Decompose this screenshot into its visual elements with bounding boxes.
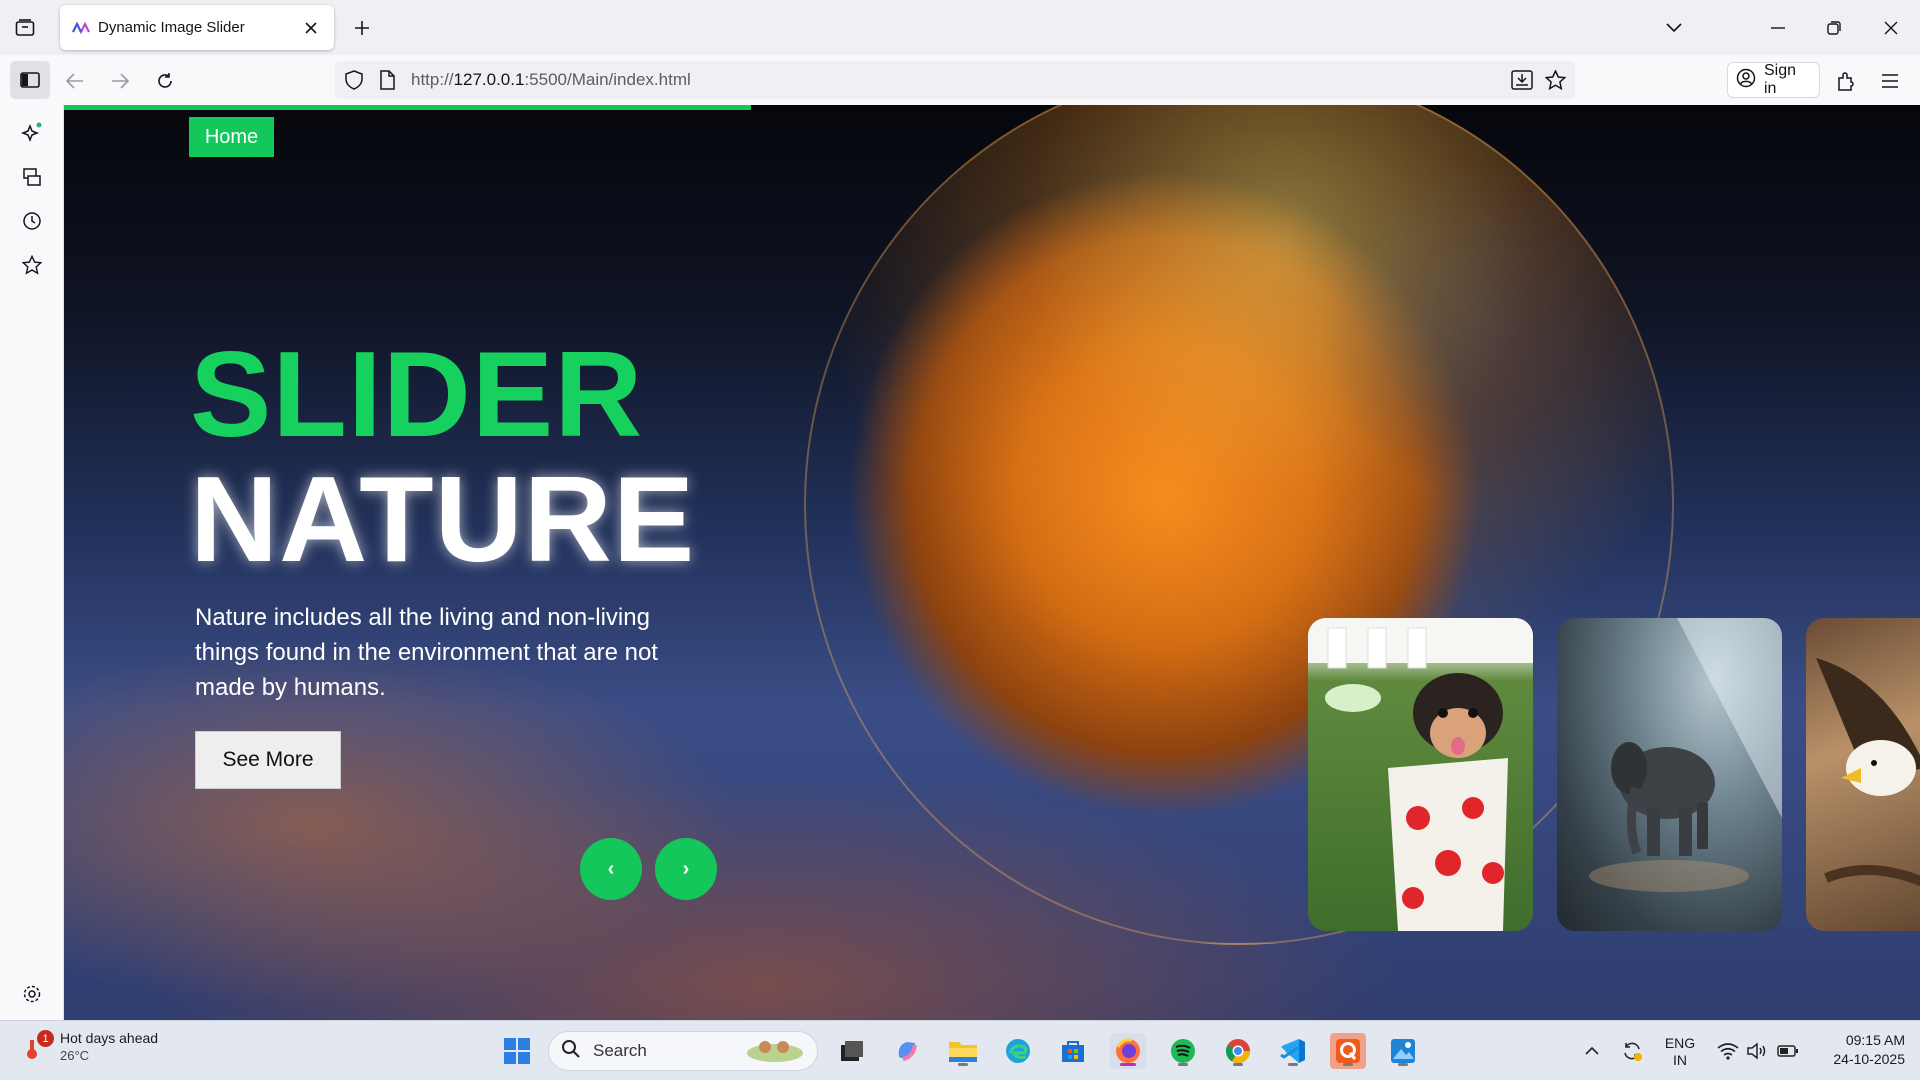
url-path: :5500/Main/index.html bbox=[524, 70, 691, 89]
history-icon[interactable] bbox=[18, 207, 46, 235]
sidebar-settings-icon[interactable] bbox=[18, 980, 46, 1008]
windows-start-icon[interactable] bbox=[499, 1033, 535, 1069]
home-nav-link[interactable]: Home bbox=[189, 117, 274, 157]
microsoft-store-icon[interactable] bbox=[1055, 1033, 1091, 1069]
bookmark-star-icon[interactable] bbox=[1544, 69, 1567, 95]
running-indicator bbox=[958, 1063, 968, 1066]
task-view-icon[interactable] bbox=[834, 1033, 870, 1069]
vscode-icon[interactable] bbox=[1275, 1033, 1311, 1069]
bookmarks-icon[interactable] bbox=[18, 251, 46, 279]
weather-badge: 1 bbox=[37, 1030, 54, 1047]
running-indicator bbox=[1178, 1063, 1188, 1066]
url-text[interactable]: http://127.0.0.1:5500/Main/index.html bbox=[411, 70, 691, 90]
sign-in-label: Sign in bbox=[1764, 62, 1797, 97]
weather-temp: 26°C bbox=[60, 1048, 90, 1063]
slide-progress-bar bbox=[64, 105, 751, 110]
taskbar-clock[interactable]: 09:15 AM 24-10-2025 bbox=[1815, 1031, 1905, 1069]
search-label: Search bbox=[593, 1041, 647, 1060]
page-info-icon[interactable] bbox=[379, 70, 395, 95]
show-hidden-icons-chevron[interactable] bbox=[1574, 1033, 1610, 1069]
copilot-icon[interactable] bbox=[889, 1033, 925, 1069]
language-indicator[interactable]: ENG IN bbox=[1660, 1035, 1700, 1069]
save-page-icon[interactable] bbox=[1511, 70, 1533, 95]
search-icon bbox=[561, 1039, 581, 1064]
language-line1: ENG bbox=[1664, 1035, 1696, 1051]
running-indicator bbox=[1343, 1063, 1353, 1066]
tab-close-icon[interactable] bbox=[300, 17, 322, 39]
hero-title-nature: NATURE bbox=[190, 451, 696, 587]
thermometer-icon: 1 bbox=[24, 1030, 54, 1062]
prev-slide-button[interactable]: ‹ bbox=[580, 838, 642, 900]
clock-date: 24-10-2025 bbox=[1833, 1051, 1905, 1067]
reload-icon[interactable] bbox=[148, 64, 182, 98]
browser-nav-bar: http://127.0.0.1:5500/Main/index.html Si… bbox=[0, 55, 1920, 105]
sign-in-button[interactable]: Sign in bbox=[1727, 62, 1820, 98]
active-indicator bbox=[1120, 1063, 1136, 1066]
forward-icon[interactable] bbox=[103, 64, 137, 98]
close-window-icon[interactable] bbox=[1875, 12, 1907, 44]
search-highlight-icon bbox=[745, 1035, 805, 1068]
running-indicator bbox=[1288, 1063, 1298, 1066]
spotify-icon[interactable] bbox=[1165, 1033, 1201, 1069]
account-icon bbox=[1736, 68, 1756, 93]
tab-list-icon[interactable] bbox=[10, 14, 40, 42]
chrome-icon[interactable] bbox=[1220, 1033, 1256, 1069]
weather-title: Hot days ahead bbox=[60, 1030, 159, 1046]
browser-tab-active[interactable]: Dynamic Image Slider bbox=[60, 5, 334, 50]
back-icon[interactable] bbox=[58, 64, 92, 98]
list-all-tabs-icon[interactable] bbox=[1658, 12, 1690, 44]
ai-chatbot-icon[interactable] bbox=[18, 119, 46, 147]
synced-tabs-icon[interactable] bbox=[18, 163, 46, 191]
file-explorer-icon[interactable] bbox=[945, 1033, 981, 1069]
restore-icon[interactable] bbox=[1818, 12, 1850, 44]
tracking-protection-icon[interactable] bbox=[344, 70, 364, 95]
running-indicator bbox=[1233, 1063, 1243, 1066]
q-app-icon[interactable] bbox=[1330, 1033, 1366, 1069]
firefox-icon[interactable] bbox=[1110, 1033, 1146, 1069]
weather-text: Hot days ahead 26°C bbox=[60, 1029, 158, 1065]
thumbnail-elephant[interactable] bbox=[1557, 618, 1782, 931]
tab-title: Dynamic Image Slider bbox=[98, 19, 245, 36]
running-indicator bbox=[1398, 1063, 1408, 1066]
weather-widget[interactable]: 1 Hot days ahead 26°C bbox=[24, 1029, 158, 1065]
url-bar[interactable]: http://127.0.0.1:5500/Main/index.html bbox=[335, 61, 1575, 99]
battery-icon[interactable] bbox=[1770, 1033, 1806, 1069]
see-more-button[interactable]: See More bbox=[195, 731, 341, 789]
slider-page: Home SLIDER NATURE Nature includes all t… bbox=[64, 105, 1920, 1020]
sync-status-icon[interactable] bbox=[1614, 1033, 1650, 1069]
language-line2: IN bbox=[1673, 1052, 1687, 1068]
extensions-icon[interactable] bbox=[1829, 64, 1863, 98]
url-scheme: http:// bbox=[411, 70, 454, 89]
tab-favicon-icon bbox=[72, 19, 90, 37]
app-menu-icon[interactable] bbox=[1873, 64, 1907, 98]
next-slide-button[interactable]: › bbox=[655, 838, 717, 900]
clock-time: 09:15 AM bbox=[1845, 1032, 1905, 1048]
windows-taskbar: 1 Hot days ahead 26°C Search ENG IN 09:1… bbox=[0, 1020, 1920, 1080]
browser-tab-strip: Dynamic Image Slider bbox=[0, 0, 1920, 55]
new-tab-icon[interactable] bbox=[348, 14, 376, 42]
hero-background-globe bbox=[804, 105, 1674, 945]
hero-title-slider: SLIDER bbox=[190, 326, 644, 462]
thumbnail-eagle[interactable] bbox=[1806, 618, 1920, 931]
photos-app-icon[interactable] bbox=[1385, 1033, 1421, 1069]
minimize-icon[interactable] bbox=[1762, 12, 1794, 44]
url-host: 127.0.0.1 bbox=[453, 70, 525, 89]
sidebar-toggle-icon[interactable] bbox=[10, 61, 50, 99]
edge-icon[interactable] bbox=[1000, 1033, 1036, 1069]
hero-description: Nature includes all the living and non-l… bbox=[195, 604, 658, 701]
taskbar-search-box[interactable]: Search bbox=[548, 1031, 818, 1071]
thumbnail-puppy[interactable] bbox=[1308, 618, 1533, 931]
browser-sidebar bbox=[0, 105, 64, 1020]
